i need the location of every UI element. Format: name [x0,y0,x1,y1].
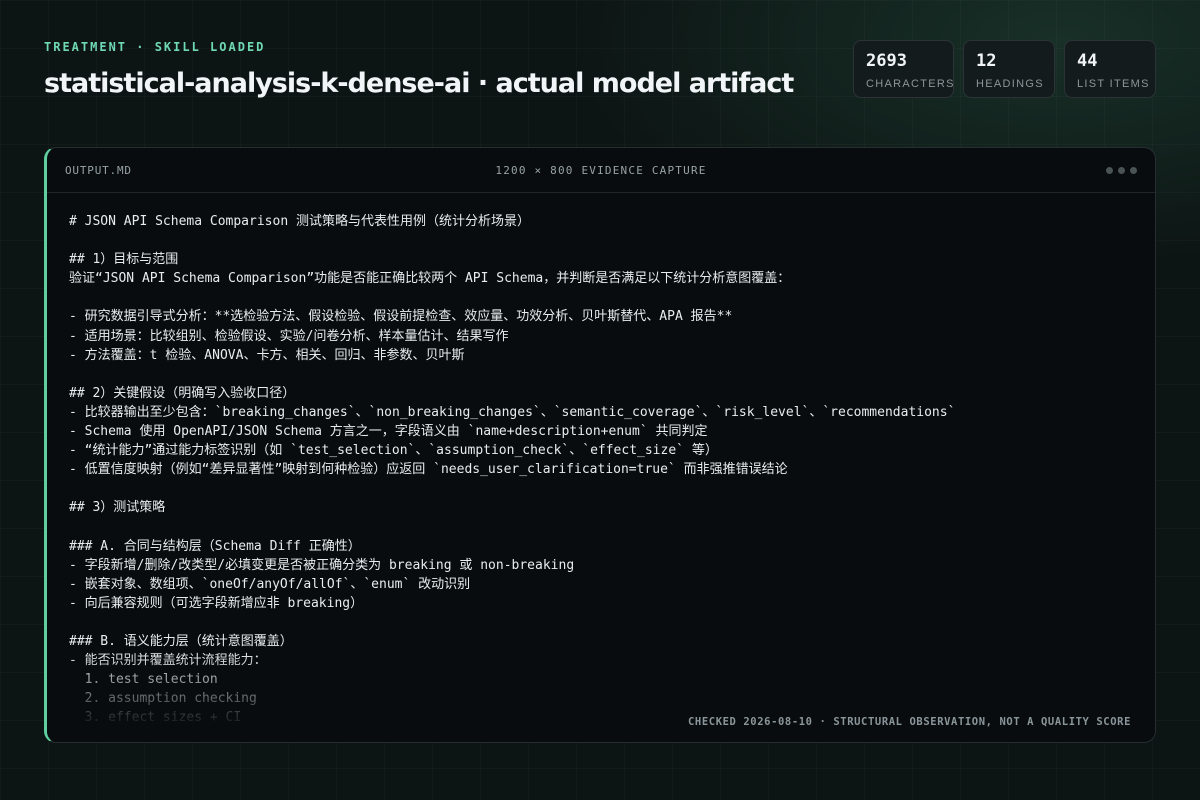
output-line: ## 1）目标与范围 [69,252,179,268]
output-line: - 向后兼容规则（可选字段新增应非 breaking） [69,595,364,611]
window-controls [1106,167,1137,174]
stat-label-characters: CHARACTERS [866,78,955,90]
output-line: # JSON API Schema Comparison 测试策略与代表性用例（… [69,214,530,229]
output-line: - 能否识别并覆盖统计流程能力： [69,653,267,669]
eyebrow-label: TREATMENT · SKILL LOADED [44,40,266,54]
panel-header: OUTPUT.MD 1200 × 800 EVIDENCE CAPTURE [47,148,1155,193]
stat-card-characters: 2693 CHARACTERS [853,40,954,98]
stat-value-characters: 2693 [866,51,907,71]
output-line: - “统计能力”通过能力标签识别（如 `test_selection`、`ass… [69,443,718,459]
markdown-output[interactable]: # JSON API Schema Comparison 测试策略与代表性用例（… [69,212,1133,728]
stat-label-headings: HEADINGS [976,78,1044,90]
output-line: 1. test selection [69,672,218,688]
dot-icon [1130,167,1137,174]
dot-icon [1106,167,1113,174]
output-line: ### B. 语义能力层（统计意图覆盖） [69,634,293,650]
output-line: ## 3）测试策略 [69,500,166,516]
stat-label-list-items: LIST ITEMS [1077,78,1150,90]
panel-caption: 1200 × 800 EVIDENCE CAPTURE [495,164,707,177]
output-line: 2. assumption checking [69,691,257,707]
output-line: - Schema 使用 OpenAPI/JSON Schema 方言之一，字段语… [69,424,708,440]
stat-card-list-items: 44 LIST ITEMS [1064,40,1156,98]
stats-group: 2693 CHARACTERS 12 HEADINGS 44 LIST ITEM… [853,40,1156,98]
stat-value-headings: 12 [976,51,997,71]
panel-footnote: CHECKED 2026-08-10 · STRUCTURAL OBSERVAT… [688,716,1131,728]
output-line: - 研究数据引导式分析：**选检验方法、假设检验、假设前提检查、效应量、功效分析… [69,309,733,325]
page-title: statistical-analysis-k-dense-ai · actual… [44,68,794,99]
output-panel[interactable]: OUTPUT.MD 1200 × 800 EVIDENCE CAPTURE # … [44,147,1156,743]
output-line: - 方法覆盖：t 检验、ANOVA、卡方、相关、回归、非参数、贝叶斯 [69,347,465,363]
output-line: - 比较器输出至少包含：`breaking_changes`、`non_brea… [69,404,956,420]
stat-card-headings: 12 HEADINGS [963,40,1055,98]
output-line: 验证“JSON API Schema Comparison”功能是否能正确比较两… [69,271,791,287]
output-line: ## 2）关键假设（明确写入验收口径） [69,385,296,401]
output-line: - 适用场景：比较组别、检验假设、实验/问卷分析、样本量估计、结果写作 [69,328,509,344]
stat-value-list-items: 44 [1077,51,1098,71]
output-line: - 嵌套对象、数组项、`oneOf/anyOf/allOf`、`enum` 改动… [69,576,471,592]
output-line: ### A. 合同与结构层（Schema Diff 正确性） [69,538,361,554]
output-line: - 字段新增/删除/改类型/必填变更是否被正确分类为 breaking 或 no… [69,557,575,573]
output-line: - 低置信度映射（例如“差异显著性”映射到何种检验）应返回 `needs_use… [69,462,788,478]
dot-icon [1118,167,1125,174]
